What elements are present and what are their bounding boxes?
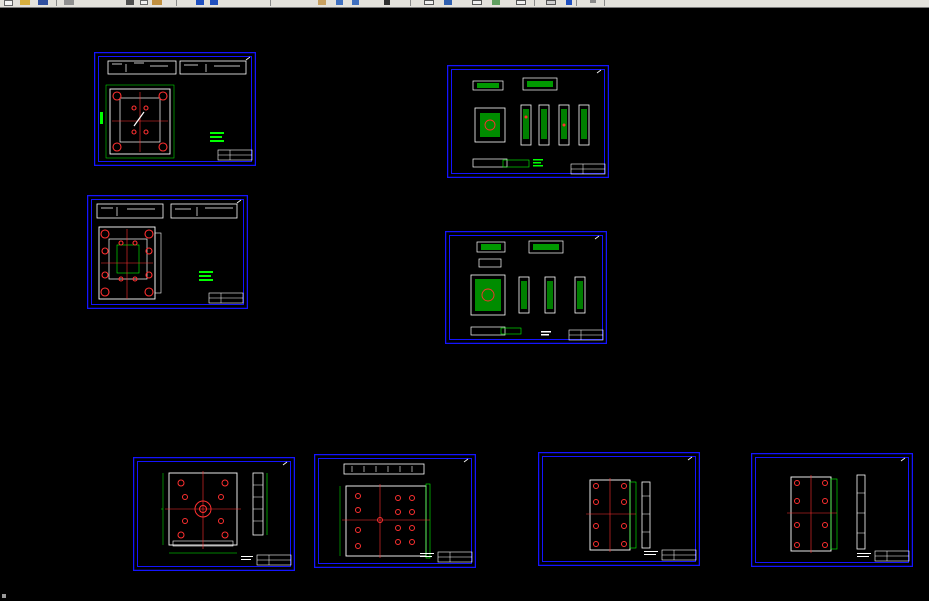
tool-palettes-icon[interactable] [472,0,482,5]
calculator-icon[interactable] [546,0,556,5]
undo-icon[interactable] [196,0,204,5]
toolbar-separator [56,0,57,6]
zoom-previous-icon[interactable] [384,0,390,5]
toolbar-overflow-icon[interactable] [590,0,596,3]
toolbar-separator [604,0,605,6]
toolbar-separator [576,0,577,6]
model-space-canvas[interactable] [0,8,929,601]
copy-icon[interactable] [140,0,148,5]
toolbar-separator [270,0,271,6]
toolbar-separator [410,0,411,6]
sheet-set-icon[interactable] [492,0,500,5]
plate-sheet-2[interactable] [314,454,476,568]
part-detail-sheet-1[interactable] [447,65,609,178]
new-icon[interactable] [4,0,13,6]
open-icon[interactable] [20,0,30,5]
zoom-window-icon[interactable] [352,0,359,5]
standard-toolbar [0,0,929,8]
plate-sheet-1[interactable] [133,457,295,571]
ucs-marker [2,594,6,598]
help-icon[interactable] [566,0,572,5]
paste-icon[interactable] [152,0,162,5]
toolbar-separator [534,0,535,6]
plate-sheet-4[interactable] [751,453,913,567]
save-icon[interactable] [38,0,48,5]
part-detail-sheet-2[interactable] [445,231,607,344]
zoom-icon[interactable] [336,0,343,5]
properties-icon[interactable] [424,0,434,5]
print-icon[interactable] [64,0,74,5]
toolbar-separator [176,0,177,6]
markup-icon[interactable] [516,0,526,5]
plate-sheet-3[interactable] [538,452,700,566]
mold-assembly-sheet-2[interactable] [87,195,248,309]
pan-icon[interactable] [318,0,326,5]
cut-icon[interactable] [126,0,134,5]
mold-assembly-sheet-1[interactable] [94,52,256,166]
redo-icon[interactable] [210,0,218,5]
design-center-icon[interactable] [444,0,452,5]
